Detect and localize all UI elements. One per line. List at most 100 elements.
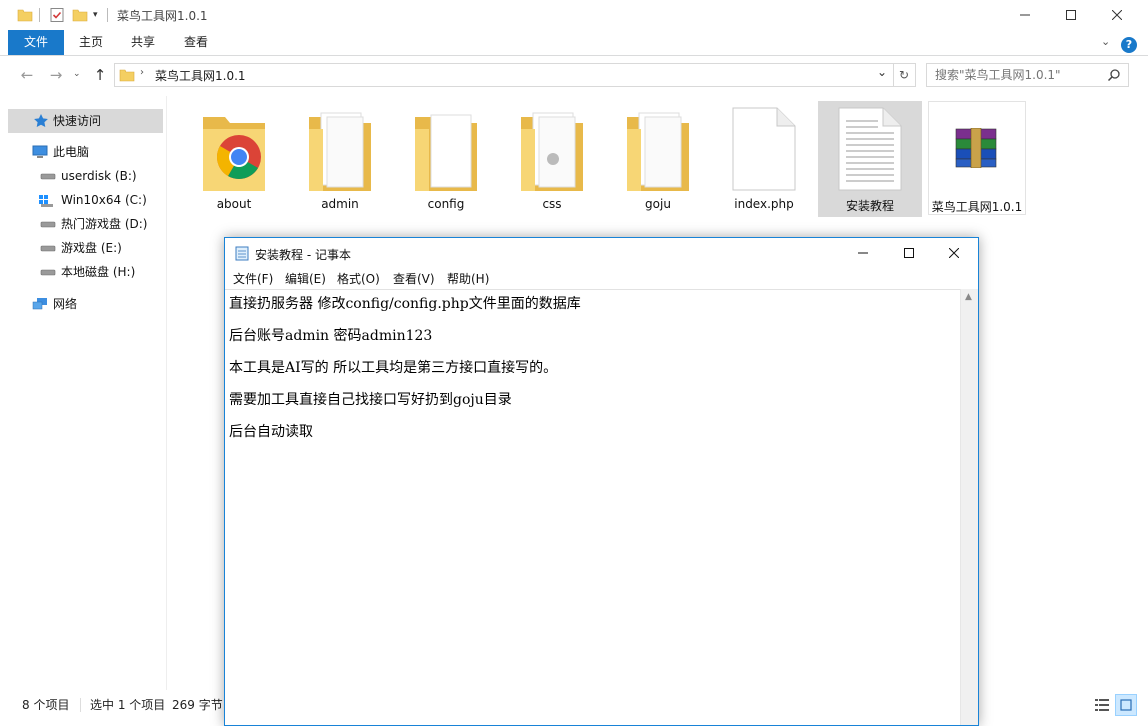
recent-locations-icon[interactable]: ⌄: [73, 69, 81, 79]
file-item-admin[interactable]: admin: [293, 101, 387, 217]
selected-size: 269 字节: [172, 698, 223, 712]
nav-label: 游戏盘 (E:): [61, 241, 122, 255]
text-line: 后台自动读取: [229, 424, 313, 440]
file-item-winrar-archive[interactable]: 菜鸟工具网1.0.1: [928, 101, 1026, 215]
ribbon-tabs: 文件 主页 共享 查看 ⌄ ?: [0, 30, 1148, 56]
file-item-about[interactable]: about: [187, 101, 281, 217]
refresh-icon: ↻: [898, 68, 910, 82]
drive-icon: [40, 221, 56, 228]
file-label: css: [542, 197, 562, 211]
nav-label: Win10x64 (C:): [61, 193, 147, 207]
scroll-up-icon[interactable]: ▲: [965, 292, 972, 302]
notepad-menubar: 文件(F) 编辑(E) 格式(O) 查看(V) 帮助(H): [225, 268, 978, 288]
nav-label: 热门游戏盘 (D:): [61, 217, 148, 231]
text-line: 需要加工具直接自己找接口写好扔到goju目录: [229, 392, 512, 408]
tab-view[interactable]: 查看: [170, 30, 222, 55]
notepad-window: 安装教程 - 记事本 文件(F) 编辑(E) 格式(O) 查看(V) 帮助(H)…: [224, 237, 979, 726]
details-view-button[interactable]: [1093, 696, 1111, 714]
close-button[interactable]: [1094, 0, 1140, 30]
breadcrumb-chevron-icon: ›: [140, 67, 144, 78]
folder-icon: [415, 114, 477, 191]
menu-file[interactable]: 文件(F): [233, 270, 273, 287]
navigation-pane: 快速访问 此电脑 userdisk (B:) Win10x64 (C:) 热门游…: [0, 96, 167, 690]
address-bar[interactable]: › 菜鸟工具网1.0.1 ⌄: [114, 63, 894, 87]
notepad-icon: [235, 246, 249, 261]
minimize-icon: [858, 252, 868, 254]
tab-share[interactable]: 共享: [118, 30, 168, 55]
network-icon: [32, 298, 47, 310]
forward-button[interactable]: →: [45, 64, 67, 86]
nav-label: 快速访问: [53, 114, 102, 128]
file-label: goju: [645, 197, 671, 211]
tab-home[interactable]: 主页: [66, 30, 116, 55]
quick-access-dropdown-icon[interactable]: ▾: [93, 10, 98, 20]
vertical-scrollbar[interactable]: ▲: [960, 289, 978, 725]
text-line: 后台账号admin 密码admin123: [229, 328, 433, 344]
nav-label: 本地磁盘 (H:): [61, 265, 136, 279]
file-item-install-guide[interactable]: 安装教程: [818, 101, 922, 217]
drive-icon: [40, 245, 56, 252]
folder-icon: [521, 112, 583, 191]
search-icon[interactable]: [1107, 68, 1121, 82]
folder-chrome-icon: [203, 117, 265, 191]
refresh-button[interactable]: ↻: [893, 63, 916, 87]
nav-label: 网络: [53, 297, 78, 311]
search-input[interactable]: [935, 67, 1095, 83]
breadcrumb-current[interactable]: 菜鸟工具网1.0.1: [155, 67, 246, 84]
close-icon: [949, 248, 959, 258]
maximize-icon: [1066, 10, 1076, 20]
large-icons-view-button[interactable]: [1115, 694, 1137, 716]
up-button[interactable]: ↑: [89, 64, 111, 86]
notepad-maximize-button[interactable]: [886, 238, 932, 268]
maximize-button[interactable]: [1048, 0, 1094, 30]
file-item-goju[interactable]: goju: [611, 101, 705, 217]
back-button[interactable]: ←: [16, 64, 38, 86]
windows-drive-icon: [39, 195, 53, 207]
window-title: 菜鸟工具网1.0.1: [117, 9, 208, 23]
nav-label: 此电脑: [53, 145, 90, 159]
properties-icon[interactable]: [49, 7, 65, 23]
large-icons-view-icon: [1120, 699, 1132, 711]
nav-this-pc[interactable]: 此电脑: [0, 140, 166, 164]
drive-icon: [40, 173, 56, 180]
notepad-text-area[interactable]: 直接扔服务器 修改config/config.php文件里面的数据库 后台账号a…: [225, 289, 960, 726]
file-label: 安装教程: [845, 199, 894, 213]
new-folder-icon[interactable]: [72, 7, 88, 23]
text-line: 直接扔服务器 修改config/config.php文件里面的数据库: [229, 296, 581, 312]
menu-format[interactable]: 格式(O): [337, 270, 380, 287]
file-item-config[interactable]: config: [399, 101, 493, 217]
arrow-up-icon: ↑: [93, 66, 107, 84]
nav-quick-access[interactable]: 快速访问: [8, 109, 163, 133]
file-item-index-php[interactable]: index.php: [717, 101, 811, 217]
tab-file[interactable]: 文件: [8, 30, 64, 55]
minimize-button[interactable]: [1002, 0, 1048, 30]
menu-edit[interactable]: 编辑(E): [285, 270, 326, 287]
menu-view[interactable]: 查看(V): [393, 270, 435, 287]
notepad-minimize-button[interactable]: [840, 238, 886, 268]
computer-icon: [32, 145, 48, 158]
notepad-close-button[interactable]: [931, 238, 977, 268]
nav-drive-e[interactable]: 游戏盘 (E:): [0, 236, 166, 260]
item-count: 8 个项目: [22, 698, 70, 712]
nav-drive-d[interactable]: 热门游戏盘 (D:): [0, 212, 166, 236]
nav-network[interactable]: 网络: [0, 292, 166, 316]
folder-icon[interactable]: [17, 7, 33, 23]
nav-drive-h[interactable]: 本地磁盘 (H:): [0, 260, 166, 284]
address-dropdown-icon[interactable]: ⌄: [877, 65, 887, 79]
explorer-titlebar: ▾ 菜鸟工具网1.0.1: [0, 0, 1148, 30]
winrar-icon: [955, 128, 997, 168]
nav-drive-c[interactable]: Win10x64 (C:): [0, 188, 166, 212]
notepad-title: 安装教程 - 记事本: [255, 248, 351, 262]
help-icon[interactable]: ?: [1121, 37, 1137, 53]
file-label: about: [216, 197, 252, 211]
expand-ribbon-icon[interactable]: ⌄: [1101, 35, 1110, 48]
nav-drive-b[interactable]: userdisk (B:): [0, 164, 166, 188]
menu-help[interactable]: 帮助(H): [447, 270, 489, 287]
minimize-icon: [1020, 14, 1030, 16]
file-item-css[interactable]: css: [505, 101, 599, 217]
maximize-icon: [904, 248, 914, 258]
search-box: [926, 63, 1129, 87]
arrow-left-icon: ←: [20, 66, 34, 84]
close-icon: [1112, 10, 1122, 20]
details-view-icon: [1095, 699, 1109, 711]
